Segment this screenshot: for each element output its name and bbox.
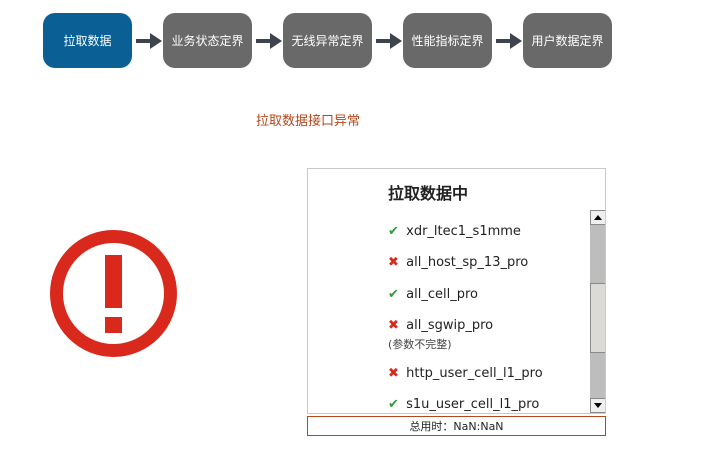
vertical-scrollbar[interactable] — [590, 210, 605, 413]
list-item: ✖ http_user_cell_l1_pro — [388, 366, 543, 381]
list-item: ✔ s1u_user_cell_l1_pro — [388, 397, 539, 412]
item-label: s1u_user_cell_l1_pro — [406, 397, 540, 412]
total-time: 总用时：NaN:NaN — [307, 416, 606, 436]
step-performance-indicator[interactable]: 性能指标定界 — [403, 13, 492, 68]
check-icon: ✔ — [388, 224, 399, 239]
item-label: xdr_ltec1_s1mme — [406, 224, 521, 239]
item-label: http_user_cell_l1_pro — [406, 366, 543, 381]
check-icon: ✔ — [388, 287, 399, 302]
right-arrow-icon — [136, 33, 162, 49]
right-arrow-icon — [256, 33, 282, 49]
scroll-up-button[interactable] — [590, 210, 605, 225]
list-item: ✖ all_host_sp_13_pro — [388, 255, 528, 270]
item-note: (参数不完整) — [388, 338, 452, 351]
check-icon: ✔ — [388, 397, 399, 412]
list-item: ✖ all_sgwip_pro — [388, 318, 493, 333]
exclamation-circle-icon — [50, 230, 177, 357]
cross-icon: ✖ — [388, 255, 399, 270]
cross-icon: ✖ — [388, 366, 399, 381]
step-business-status[interactable]: 业务状态定界 — [163, 13, 252, 68]
list-item: ✔ xdr_ltec1_s1mme — [388, 224, 521, 239]
error-message: 拉取数据接口异常 — [256, 114, 361, 129]
right-arrow-icon — [376, 33, 402, 49]
list-item: ✔ all_cell_pro — [388, 287, 478, 302]
step-wireless-anomaly[interactable]: 无线异常定界 — [283, 13, 372, 68]
triangle-up-icon — [594, 215, 602, 220]
right-arrow-icon — [496, 33, 522, 49]
item-label: all_host_sp_13_pro — [406, 255, 529, 270]
pull-data-panel: 拉取数据中 ✔ xdr_ltec1_s1mme ✖ all_host_sp_13… — [307, 168, 606, 414]
workflow-steps: 拉取数据 业务状态定界 无线异常定界 性能指标定界 用户数据定界 — [43, 13, 623, 68]
step-pull-data[interactable]: 拉取数据 — [43, 13, 132, 68]
scrollbar-thumb[interactable] — [590, 283, 605, 353]
step-user-data[interactable]: 用户数据定界 — [523, 13, 612, 68]
cross-icon: ✖ — [388, 318, 399, 333]
item-label: all_sgwip_pro — [406, 318, 494, 333]
panel-title: 拉取数据中 — [388, 184, 469, 203]
item-label: all_cell_pro — [406, 287, 478, 302]
triangle-down-icon — [594, 403, 602, 408]
scroll-down-button[interactable] — [590, 398, 605, 413]
